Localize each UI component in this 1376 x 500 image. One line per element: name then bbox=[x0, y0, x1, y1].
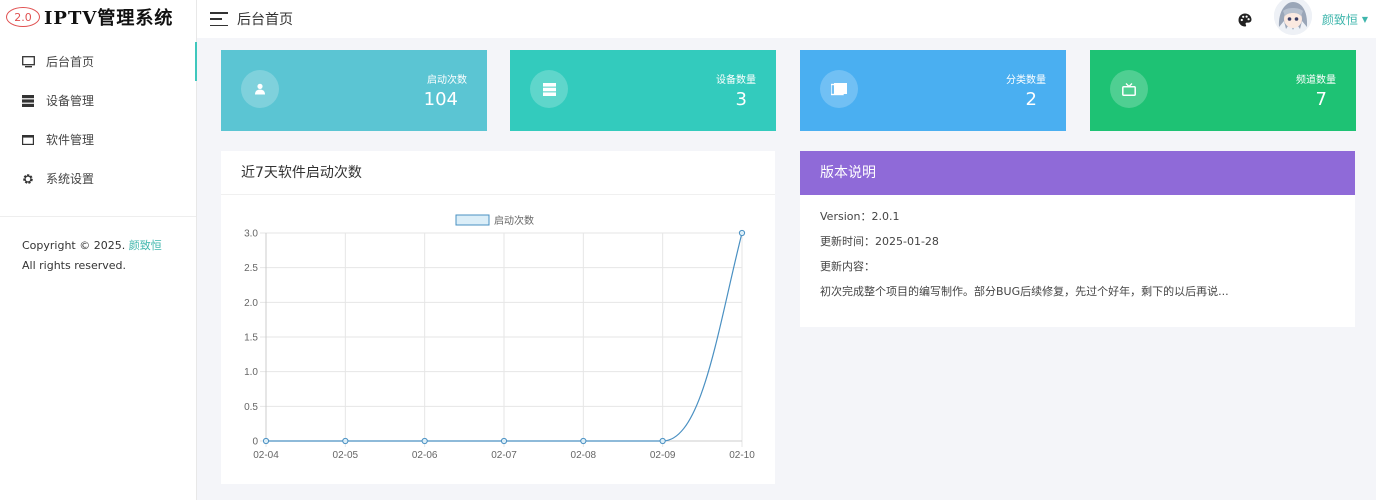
menu-toggle-icon[interactable] bbox=[210, 12, 228, 26]
chart-panel: 近7天软件启动次数 0 0.5 1.0 1.5 2.0 2.5 3.0 02-04 02-05 0… bbox=[221, 151, 775, 484]
y-tick-label: 2.5 bbox=[244, 263, 258, 274]
stat-value: 7 bbox=[1315, 89, 1327, 110]
sidebar-divider bbox=[0, 216, 196, 217]
sidebar-item-label: 后台首页 bbox=[46, 55, 95, 69]
y-tick-label: 3.0 bbox=[244, 229, 258, 240]
sidebar-item-settings[interactable]: 系统设置 bbox=[0, 159, 196, 198]
stat-value: 2 bbox=[1025, 89, 1037, 110]
sidebar-item-label: 系统设置 bbox=[46, 172, 95, 186]
top-header: 后台首页 颜致恒 ▼ bbox=[197, 0, 1376, 38]
tv-icon bbox=[1110, 70, 1148, 108]
sidebar: 2.0 IPTV管理系统 后台首页 设备管理 软件管理 系统设置 Copyrig… bbox=[0, 0, 197, 500]
data-point bbox=[738, 229, 746, 237]
palette-icon[interactable] bbox=[1238, 12, 1252, 27]
stat-card-channels: 频道数量 7 bbox=[1090, 50, 1356, 131]
logo-text: IPTV管理系统 bbox=[44, 8, 174, 29]
sidebar-item-label: 软件管理 bbox=[46, 133, 95, 147]
copyright-prefix: Copyright © 2025. bbox=[22, 239, 126, 252]
header-right: 颜致恒 ▼ bbox=[1238, 0, 1368, 38]
sidebar-item-dashboard[interactable]: 后台首页 bbox=[0, 42, 197, 81]
version-panel-body: Version：2.0.1 更新时间：2025-01-28 更新内容： 初次完成… bbox=[800, 195, 1355, 323]
window-icon bbox=[21, 133, 35, 147]
stat-card-categories: 分类数量 2 bbox=[800, 50, 1066, 131]
page-title: 后台首页 bbox=[237, 12, 293, 28]
user-icon bbox=[241, 70, 279, 108]
stat-value: 104 bbox=[423, 89, 458, 110]
y-tick-label: 0.5 bbox=[244, 402, 258, 413]
launch-line-chart: 0 0.5 1.0 1.5 2.0 2.5 3.0 02-04 02-05 02-06 02-07 0… bbox=[244, 214, 755, 461]
stat-label: 启动次数 bbox=[427, 75, 467, 86]
data-point bbox=[580, 437, 587, 445]
stat-card-launches: 启动次数 104 bbox=[221, 50, 487, 131]
x-tick-label: 02-07 bbox=[491, 450, 517, 461]
y-tick-label: 1.5 bbox=[244, 333, 258, 344]
stat-value: 3 bbox=[735, 89, 747, 110]
x-tick-label: 02-05 bbox=[333, 450, 359, 461]
monitor-icon bbox=[21, 55, 35, 69]
x-tick-label: 02-08 bbox=[571, 450, 597, 461]
chevron-down-icon[interactable]: ▼ bbox=[1362, 15, 1368, 24]
gear-icon bbox=[21, 172, 35, 186]
y-tick-label: 2.0 bbox=[244, 298, 258, 309]
folder-icon bbox=[820, 70, 858, 108]
stat-label: 分类数量 bbox=[1006, 75, 1046, 86]
data-point bbox=[342, 437, 349, 445]
data-point bbox=[500, 437, 508, 445]
stat-card-devices: 设备数量 3 bbox=[510, 50, 776, 131]
stat-label: 设备数量 bbox=[716, 75, 756, 86]
chart-panel-title: 近7天软件启动次数 bbox=[221, 151, 775, 195]
sidebar-nav: 后台首页 设备管理 软件管理 系统设置 bbox=[0, 42, 197, 198]
server-icon bbox=[530, 70, 568, 108]
x-tick-label: 02-09 bbox=[650, 450, 676, 461]
x-tick-label: 02-10 bbox=[729, 450, 755, 461]
data-point bbox=[262, 437, 270, 445]
sidebar-item-label: 设备管理 bbox=[46, 94, 95, 108]
legend-swatch bbox=[455, 214, 490, 226]
logo-badge: 2.0 bbox=[6, 7, 40, 27]
data-point bbox=[421, 437, 428, 445]
y-tick-label: 1.0 bbox=[244, 367, 258, 378]
x-tick-label: 02-06 bbox=[412, 450, 438, 461]
copyright: Copyright © 2025. 颜致恒 All rights reserve… bbox=[22, 236, 172, 276]
x-tick-label: 02-04 bbox=[253, 450, 279, 461]
stat-label: 频道数量 bbox=[1296, 75, 1336, 86]
data-point bbox=[659, 437, 666, 445]
y-tick-label: 0 bbox=[252, 437, 258, 448]
sidebar-item-software[interactable]: 软件管理 bbox=[0, 120, 196, 159]
server-icon bbox=[21, 94, 35, 108]
version-panel: 版本说明 Version：2.0.1 更新时间：2025-01-28 更新内容：… bbox=[800, 151, 1355, 327]
logo[interactable]: 2.0 IPTV管理系统 bbox=[0, 0, 196, 34]
avatar[interactable] bbox=[1273, 0, 1312, 35]
update-content-label: 更新内容： bbox=[820, 260, 875, 273]
version-text: Version：2.0.1 bbox=[820, 210, 900, 223]
update-time-text: 更新时间：2025-01-28 bbox=[820, 235, 939, 248]
copyright-suffix: All rights reserved. bbox=[22, 259, 127, 272]
username-dropdown[interactable]: 颜致恒 bbox=[1322, 11, 1358, 28]
update-content-text: 初次完成整个项目的编写制作。部分BUG后续修复，先过个好年，剩下的以后再说... bbox=[820, 285, 1229, 298]
sidebar-item-devices[interactable]: 设备管理 bbox=[0, 81, 196, 120]
legend-label: 启动次数 bbox=[494, 214, 534, 227]
copyright-author-link[interactable]: 颜致恒 bbox=[129, 239, 162, 252]
version-panel-title: 版本说明 bbox=[800, 151, 1355, 195]
